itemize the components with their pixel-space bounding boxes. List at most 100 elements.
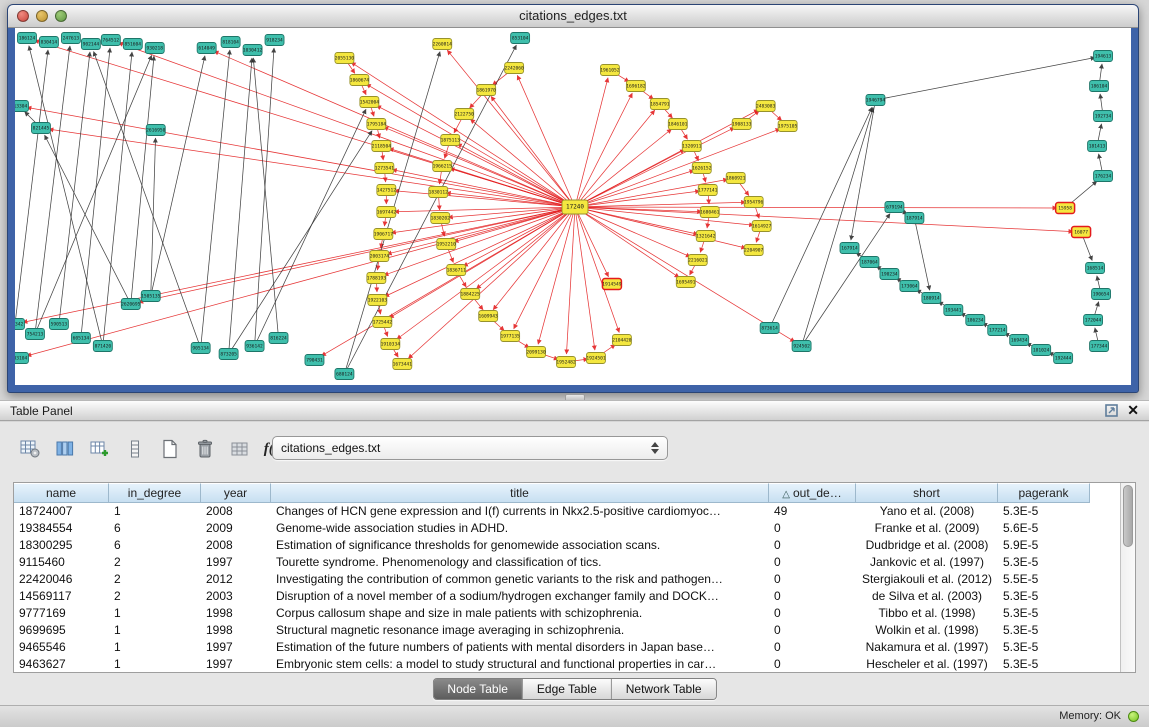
graph-node[interactable]: 1680461 [700,207,720,218]
graph-node[interactable]: 1952210 [437,239,457,250]
graph-node[interactable]: 2216021 [688,255,708,266]
graph-node[interactable]: 1788193 [367,273,387,284]
graph-node[interactable]: 173064 [900,281,919,292]
graph-node[interactable]: 905134 [191,343,210,354]
tab-node-table[interactable]: Node Table [433,679,523,699]
graph-node[interactable]: 15958 [1056,203,1075,214]
graph-node[interactable]: 614049 [197,43,216,54]
graph-node[interactable]: 936142 [245,341,264,352]
graph-node[interactable]: 1977135 [500,331,520,342]
graph-node[interactable]: 1609943 [479,311,499,322]
graph-node[interactable]: 1673441 [393,359,413,370]
graph-node[interactable]: 851604 [123,39,142,50]
graph-node[interactable]: 186104 [1090,81,1109,92]
graph-node[interactable]: 181024 [1032,345,1051,356]
graph-node[interactable]: 1030412 [243,45,263,56]
column-header-out-de[interactable]: △out_de… [769,483,856,503]
graph-node[interactable]: 176234 [1094,171,1113,182]
graph-node[interactable]: 169434 [1010,335,1029,346]
graph-node[interactable]: 764512 [101,35,120,46]
column-header-name[interactable]: name [14,483,109,503]
graph-node[interactable]: 2099130 [526,347,546,358]
table-mode-icon[interactable] [16,435,44,463]
graph-node[interactable]: 873205 [219,349,238,360]
graph-node[interactable]: 1273541 [375,163,395,174]
graph-node[interactable]: 247613 [61,33,80,44]
new-table-icon[interactable] [156,435,184,463]
graph-node[interactable]: 1777141 [698,185,718,196]
graph-node[interactable]: 194613 [1094,51,1113,62]
graph-node[interactable]: 2260814 [433,39,453,50]
graph-node[interactable]: 168514 [1086,263,1105,274]
column-header-short[interactable]: short [856,483,998,503]
graph-node[interactable]: 1795184 [367,119,387,130]
graph-node[interactable]: 924502 [792,341,811,352]
graph-node[interactable]: 930218 [145,43,164,54]
graph-node[interactable]: 1910334 [381,339,401,350]
graph-node[interactable]: 590513 [49,319,68,330]
graph-node[interactable]: 180914 [922,293,941,304]
network-graph[interactable]: 17240 2055130 1860674 1542004 1795184 2118504… [15,28,1131,385]
graph-node[interactable]: 177214 [988,325,1007,336]
graph-node[interactable]: 679194 [885,202,904,213]
graph-node[interactable]: 605134 [71,333,90,344]
graph-node[interactable]: 1542004 [360,97,380,108]
graph-node[interactable]: 187064 [860,257,879,268]
graph-node[interactable]: 1836711 [447,265,467,276]
graph-node[interactable]: 680124 [335,369,354,380]
graph-node[interactable]: 1946794 [866,95,886,106]
table-row[interactable]: 969969511998Structural magnetic resonanc… [14,622,1135,639]
graph-node[interactable]: 1914549 [602,279,622,290]
graph-node[interactable]: 1696182 [626,81,646,92]
table-row[interactable]: 2242004622012Investigating the contribut… [14,571,1135,588]
graph-node[interactable]: 2122750 [455,109,475,120]
table-vertical-scrollbar[interactable] [1120,483,1135,672]
graph-node[interactable]: 2118504 [372,141,392,152]
graph-node[interactable]: 1908133 [732,119,752,130]
graph-node[interactable]: 633104 [15,353,28,364]
float-panel-icon[interactable] [1105,404,1118,417]
table-row[interactable]: 1830029562008Estimation of significance … [14,537,1135,554]
hub-node[interactable]: 17240 [562,200,588,214]
graph-node[interactable]: 1924501 [586,353,606,364]
graph-node[interactable]: 1320911 [682,141,702,152]
graph-node[interactable]: 167914 [840,243,859,254]
tab-edge-table[interactable]: Edge Table [523,679,612,699]
graph-node[interactable]: 790431 [305,355,324,366]
graph-node[interactable]: 1906717 [374,229,394,240]
graph-node[interactable]: 1725442 [373,317,393,328]
column-header-year[interactable]: year [201,483,271,503]
graph-node[interactable]: 2242060 [504,63,524,74]
graph-node[interactable]: 816224 [269,333,288,344]
graph-node[interactable]: 1427512 [377,185,397,196]
graph-node[interactable]: 1861970 [477,85,497,96]
graph-node[interactable]: 1961052 [600,65,620,76]
graph-node[interactable]: 2055130 [335,53,355,64]
tab-network-table[interactable]: Network Table [612,679,716,699]
graph-node[interactable]: 873614 [760,323,779,334]
table-row[interactable]: 911546021997Tourette syndrome. Phenomeno… [14,554,1135,571]
graph-node[interactable]: 2620695 [121,299,141,310]
graph-node[interactable]: 830414 [39,37,58,48]
graph-node[interactable]: 1321642 [696,231,716,242]
graph-node[interactable]: 1846101 [668,119,688,130]
graph-node[interactable]: 1952482 [556,357,576,368]
table-row[interactable]: 1872400712008Changes of HCN gene express… [14,503,1135,520]
column-header-title[interactable]: title [271,483,769,503]
table-row[interactable]: 977716911998Corpus callosum shape and si… [14,605,1135,622]
graph-node[interactable]: 2104420 [612,335,632,346]
graph-node[interactable]: 1860674 [350,75,370,86]
window-titlebar[interactable]: citations_edges.txt [8,5,1138,28]
graph-node[interactable]: 818104 [221,37,240,48]
graph-node[interactable]: 190234 [880,269,899,280]
graph-node[interactable]: 1695491 [676,277,696,288]
graph-node[interactable]: 1830202 [431,213,451,224]
graph-node[interactable]: 902144 [81,39,100,50]
close-panel-icon[interactable]: ✕ [1127,403,1139,418]
add-column-icon[interactable] [86,435,114,463]
graph-node[interactable]: 1975105 [778,121,798,132]
graph-node[interactable]: 821445 [31,123,50,134]
close-window-button[interactable] [17,10,29,22]
graph-node[interactable]: 1830112 [429,187,449,198]
network-window[interactable]: citations_edges.txt 17240205513018606741… [7,4,1139,393]
